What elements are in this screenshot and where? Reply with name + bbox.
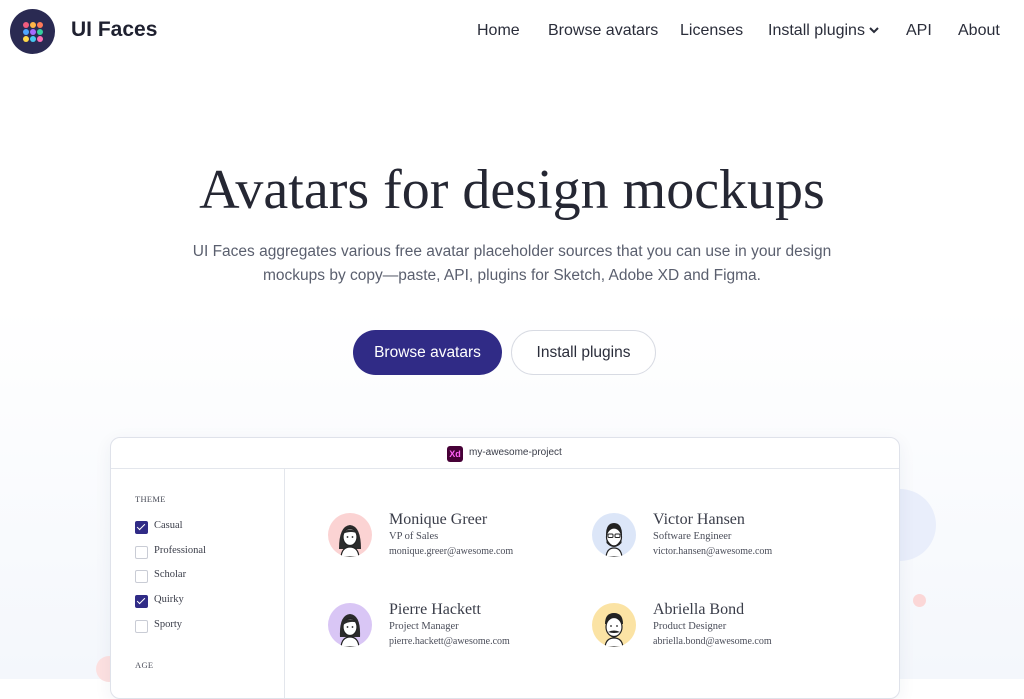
contact-role: Software Engineer [653,531,732,542]
chevron-down-icon [869,23,879,37]
nav-install-plugins[interactable]: Install plugins [768,22,879,40]
hero-subtitle-line-2: mockups by copy—paste, API, plugins for … [263,267,761,284]
checkbox-checked[interactable] [135,595,148,608]
contact-card: Victor Hansen Software Engineer victor.h… [592,511,842,563]
contact-email: abriella.bond@awesome.com [653,636,772,647]
avatar [328,513,372,557]
contact-card: Abriella Bond Product Designer abriella.… [592,601,842,653]
nav-api[interactable]: API [906,22,932,40]
checkbox-unchecked[interactable] [135,570,148,583]
site-header: UI Faces Home Browse avatars Licenses In… [0,0,1024,64]
nav-about[interactable]: About [958,22,1000,40]
window-title-bar: Xd my-awesome-project [111,438,899,469]
theme-option-label: Casual [154,520,183,531]
checkbox-unchecked[interactable] [135,546,148,559]
nav-licenses[interactable]: Licenses [680,22,743,40]
browse-avatars-button[interactable]: Browse avatars [353,330,502,375]
app-window-mockup: Xd my-awesome-project THEME Casual Profe… [110,437,900,699]
brand-name[interactable]: UI Faces [71,18,157,42]
theme-option-label: Scholar [154,569,187,580]
nav-home[interactable]: Home [477,22,520,40]
checkbox-checked[interactable] [135,521,148,534]
contact-card: Pierre Hackett Project Manager pierre.ha… [328,601,578,653]
avatar [592,603,636,647]
contact-role: VP of Sales [389,531,439,542]
contact-role: Product Designer [653,621,727,632]
contact-name: Abriella Bond [653,601,745,618]
avatar [328,603,372,647]
theme-option-label: Professional [154,545,206,556]
contact-email: monique.greer@awesome.com [389,546,514,557]
hero-subtitle-line-1: UI Faces aggregates various free avatar … [192,243,832,260]
theme-option-label: Sporty [154,619,183,630]
contact-card: Monique Greer VP of Sales monique.greer@… [328,511,578,563]
contact-email: victor.hansen@awesome.com [653,546,773,557]
avatar [592,513,636,557]
grid-dots-icon[interactable] [10,9,55,54]
hero-subtitle: UI Faces aggregates various free avatar … [180,240,844,288]
theme-heading: THEME [135,494,166,504]
window-title: my-awesome-project [469,447,562,458]
decorative-circle [913,594,926,607]
nav-browse-avatars[interactable]: Browse avatars [548,22,658,40]
theme-option-label: Quirky [154,594,184,605]
contact-name: Victor Hansen [653,511,745,528]
filter-sidebar: THEME Casual Professional Scholar Quirky… [111,469,285,698]
install-plugins-button[interactable]: Install plugins [511,330,656,375]
adobe-xd-icon: Xd [447,446,463,462]
contact-email: pierre.hackett@awesome.com [389,636,510,647]
contact-role: Project Manager [389,621,459,632]
checkbox-unchecked[interactable] [135,620,148,633]
age-heading: AGE [135,660,154,670]
nav-install-plugins-label: Install plugins [768,22,865,39]
hero-title: Avatars for design mockups [199,159,825,221]
contact-name: Pierre Hackett [389,601,481,618]
contact-name: Monique Greer [389,511,488,528]
